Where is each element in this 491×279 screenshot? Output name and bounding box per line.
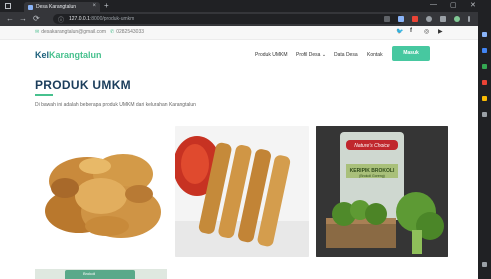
chevron-down-icon: ⌄ — [321, 52, 327, 58]
window-menu-icon[interactable] — [5, 3, 11, 9]
contact-bar: ✉ desakarangtalun@gmail.com ✆ 0282543033 🐦… — [0, 26, 478, 40]
reload-button[interactable]: ⟳ — [33, 14, 40, 23]
email-icon: ✉ — [35, 29, 40, 35]
svg-text:(Brokoli Goreng): (Brokoli Goreng) — [359, 174, 385, 178]
side-panel — [478, 12, 491, 279]
profile-avatar-icon[interactable] — [454, 16, 460, 22]
phone-text: 0282543033 — [116, 29, 145, 35]
product-card[interactable] — [175, 126, 309, 257]
browser-toolbar: ← → ⟳ ⓘ 127.0.0.1:8000/produk-umkm — [0, 12, 491, 26]
close-window-button[interactable]: ✕ — [470, 1, 476, 9]
back-button[interactable]: ← — [6, 14, 14, 23]
extension-red-icon[interactable] — [412, 16, 418, 22]
nav-produk-umkm[interactable]: Produk UMKM — [255, 52, 288, 58]
side-settings-icon[interactable] — [482, 262, 487, 267]
product-package-label: Brokoli — [83, 271, 96, 276]
url-host: 127.0.0.1 — [69, 16, 90, 22]
phone-icon: ✆ — [110, 29, 115, 35]
minimize-button[interactable]: — — [430, 1, 437, 8]
maximize-button[interactable]: ▢ — [450, 1, 457, 9]
site-info-icon[interactable]: ⓘ — [58, 15, 64, 24]
url-path: :8000/produk-umkm — [89, 16, 135, 22]
title-underline — [35, 94, 53, 96]
new-tab-button[interactable]: + — [104, 1, 109, 10]
contact-email[interactable]: ✉ desakarangtalun@gmail.com — [35, 29, 106, 35]
logo-part-1: Kel — [35, 50, 50, 60]
url-text: 127.0.0.1:8000/produk-umkm — [69, 16, 134, 22]
nav-profil-desa[interactable]: Profil Desa ⌄ — [296, 52, 326, 58]
nav-profil-desa-label: Profil Desa — [296, 52, 321, 58]
kebab-menu-icon[interactable] — [468, 16, 470, 22]
twitter-icon[interactable]: 🐦 — [396, 28, 403, 35]
side-search-icon[interactable] — [482, 32, 487, 37]
product-image-fried-crackers — [35, 126, 167, 257]
extensions-puzzle-icon[interactable] — [440, 16, 446, 22]
address-bar[interactable]: ⓘ 127.0.0.1:8000/produk-umkm — [53, 14, 403, 24]
side-add-icon[interactable] — [482, 112, 487, 117]
product-card[interactable]: Brokoli — [35, 269, 167, 279]
login-button[interactable]: Masuk — [392, 46, 430, 61]
settings-icon[interactable] — [426, 16, 432, 22]
logo-part-2: Karangtalun — [49, 50, 102, 60]
side-app-icon[interactable] — [482, 64, 487, 69]
nav-data-desa[interactable]: Data Desa — [334, 52, 358, 58]
site-logo[interactable]: KelKarangtalun — [35, 50, 102, 60]
extension-icon[interactable] — [398, 16, 404, 22]
tab-title: Desa Karangtalun — [36, 4, 77, 10]
share-icon[interactable] — [384, 16, 390, 22]
favicon-icon — [28, 5, 33, 10]
contact-phone[interactable]: ✆ 0282543033 — [110, 29, 144, 35]
side-app-icon[interactable] — [482, 80, 487, 85]
browser-tab[interactable]: Desa Karangtalun × — [24, 2, 100, 12]
side-app-icon[interactable] — [482, 48, 487, 53]
web-page: ✉ desakarangtalun@gmail.com ✆ 0282543033 🐦… — [0, 26, 478, 279]
browser-tab-bar: Desa Karangtalun × + — ▢ ✕ — [0, 0, 491, 12]
side-app-icon[interactable] — [482, 96, 487, 101]
youtube-icon[interactable]: ▶ — [438, 28, 443, 35]
product-card[interactable]: Nature's Choice KERIPIK BROKOLI (Brokoli… — [316, 126, 448, 257]
svg-text:Nature's Choice: Nature's Choice — [354, 143, 390, 149]
page-description: Di bawah ini adalah beberapa produk UMKM… — [35, 102, 196, 108]
instagram-icon[interactable]: ◎ — [424, 28, 429, 35]
forward-button[interactable]: → — [19, 14, 27, 23]
email-text: desakarangtalun@gmail.com — [41, 29, 107, 35]
product-image-green-snack — [65, 270, 135, 279]
nav-kontak[interactable]: Kontak — [367, 52, 383, 58]
tab-close-icon[interactable]: × — [92, 3, 96, 9]
product-image-keripik-brokoli: Nature's Choice KERIPIK BROKOLI (Brokoli… — [316, 126, 448, 257]
product-card[interactable] — [35, 126, 167, 257]
product-image-fried-sticks — [175, 126, 309, 257]
facebook-icon[interactable]: f — [410, 28, 412, 34]
page-title: PRODUK UMKM — [35, 78, 131, 92]
